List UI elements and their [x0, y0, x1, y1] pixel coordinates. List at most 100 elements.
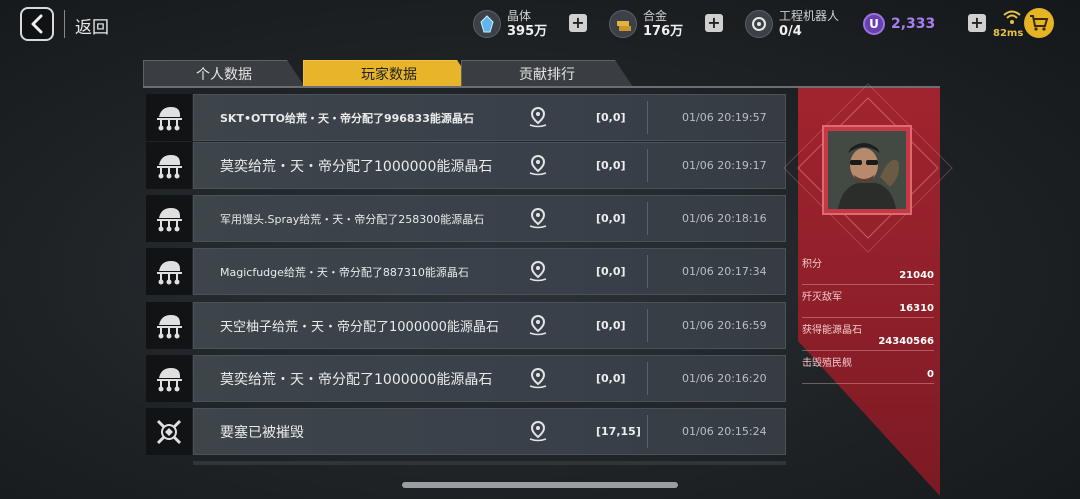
feed-message: 军用馒头.Spray给荒・天・帝分配了258300能源晶石 — [220, 212, 485, 226]
home-indicator[interactable] — [402, 482, 678, 488]
alloy-resource: 合金 176万 — [609, 6, 683, 42]
tab-underline — [143, 86, 940, 88]
top-bar: 返回 晶体 395万 + 合金 176万 + 工程机器人 0/4 U 2,333… — [0, 0, 1080, 48]
feed-message: 天空柚子给荒・天・帝分配了1000000能源晶石 — [220, 320, 499, 335]
add-crystal-button[interactable]: + — [569, 14, 587, 32]
ping-readout: 82ms — [993, 28, 1024, 39]
feed-coordinate[interactable]: [0,0] — [596, 143, 626, 188]
divider — [647, 415, 648, 448]
u-currency-value: 2,333 — [891, 16, 936, 32]
chevron-left-icon — [31, 14, 43, 34]
divider — [647, 202, 648, 235]
feed-timestamp: 01/06 20:16:59 — [682, 319, 767, 332]
robot-icon — [745, 10, 773, 38]
feed-coordinate[interactable]: [0,0] — [596, 95, 626, 140]
commander-portrait — [822, 125, 912, 215]
crossed-swords-icon — [146, 408, 192, 455]
stat-enemies-destroyed: 歼灭敌军 16310 — [802, 288, 934, 318]
feed-coordinate[interactable]: [0,0] — [596, 196, 626, 241]
alloy-value: 176万 — [643, 24, 684, 39]
feed-row[interactable]: SKT•OTTO给荒・天・帝分配了996833能源晶石 [0,0] 01/06 … — [146, 94, 786, 141]
feed-timestamp: 01/06 20:19:17 — [682, 159, 767, 172]
alliance-icon — [146, 142, 192, 189]
feed-timestamp: 01/06 20:16:20 — [682, 372, 767, 385]
stat-score: 积分 21040 — [802, 255, 934, 285]
alliance-icon — [146, 94, 192, 141]
alloy-icon — [609, 10, 637, 38]
map-pin-icon[interactable] — [527, 314, 549, 336]
crystal-resource: 晶体 395万 — [473, 6, 547, 42]
feed-coordinate[interactable]: [0,0] — [596, 356, 626, 401]
map-pin-icon[interactable] — [527, 260, 549, 282]
stat-label: 歼灭敌军 — [802, 292, 842, 303]
feed-message: 莫奕给荒・天・帝分配了1000000能源晶石 — [220, 371, 493, 388]
feed-coordinate[interactable]: [17,15] — [596, 409, 641, 454]
feed-scroll-edge — [193, 461, 786, 465]
divider — [802, 383, 934, 384]
map-pin-icon[interactable] — [527, 106, 549, 128]
divider — [802, 284, 934, 285]
feed-coordinate[interactable]: [0,0] — [596, 303, 626, 348]
divider — [802, 317, 934, 318]
u-coin-icon: U — [863, 13, 885, 35]
back-label[interactable]: 返回 — [75, 13, 109, 38]
robot-label: 工程机器人 — [779, 9, 840, 23]
stat-label: 积分 — [802, 259, 822, 270]
stat-value: 21040 — [899, 270, 934, 281]
feed-row[interactable]: 莫奕给荒・天・帝分配了1000000能源晶石 [0,0] 01/06 20:16… — [146, 355, 786, 402]
map-pin-icon[interactable] — [527, 154, 549, 176]
alliance-icon — [146, 355, 192, 402]
divider — [647, 255, 648, 288]
divider — [647, 149, 648, 182]
feed-row[interactable]: 莫奕给荒・天・帝分配了1000000能源晶石 [0,0] 01/06 20:19… — [146, 142, 786, 189]
divider — [64, 10, 65, 38]
tab-label: 玩家数据 — [361, 66, 417, 83]
feed-message: 要塞已被摧毁 — [220, 424, 304, 441]
stat-label: 获得能源晶石 — [802, 325, 862, 336]
alliance-icon — [146, 248, 192, 295]
tab-contribution-ranking[interactable]: 贡献排行 — [461, 60, 633, 87]
robot-resource: 工程机器人 0/4 — [745, 6, 839, 42]
tab-personal-data[interactable]: 个人数据 — [143, 60, 305, 87]
alliance-icon — [146, 302, 192, 349]
stat-value: 16310 — [899, 303, 934, 314]
feed-row[interactable]: 天空柚子给荒・天・帝分配了1000000能源晶石 [0,0] 01/06 20:… — [146, 302, 786, 349]
back-button[interactable] — [20, 7, 54, 41]
u-currency[interactable]: U 2,333 — [863, 6, 935, 42]
feed-timestamp: 01/06 20:19:57 — [682, 111, 767, 124]
tab-label: 贡献排行 — [519, 66, 575, 83]
avatar — [828, 131, 906, 209]
feed-timestamp: 01/06 20:17:34 — [682, 265, 767, 278]
shop-cart-button[interactable] — [1024, 8, 1054, 38]
divider — [647, 362, 648, 395]
stat-energy-crystals: 获得能源晶石 24340566 — [802, 321, 934, 351]
divider — [802, 350, 934, 351]
tab-player-data[interactable]: 玩家数据 — [303, 60, 475, 87]
feed-coordinate[interactable]: [0,0] — [596, 249, 626, 294]
divider — [647, 309, 648, 342]
divider — [647, 101, 648, 134]
stat-colony-ships: 击毁殖民舰 0 — [802, 354, 934, 384]
crystal-value: 395万 — [507, 24, 548, 39]
map-pin-icon[interactable] — [527, 420, 549, 442]
add-u-currency-button[interactable]: + — [968, 14, 986, 32]
crystal-icon — [473, 10, 501, 38]
feed-timestamp: 01/06 20:18:16 — [682, 212, 767, 225]
feed-message: 莫奕给荒・天・帝分配了1000000能源晶石 — [220, 158, 493, 175]
stat-label: 击毁殖民舰 — [802, 358, 852, 369]
stat-value: 24340566 — [878, 336, 934, 347]
alliance-icon — [146, 195, 192, 242]
cart-icon — [1030, 15, 1049, 31]
map-pin-icon[interactable] — [527, 207, 549, 229]
map-pin-icon[interactable] — [527, 367, 549, 389]
wifi-icon — [1003, 10, 1021, 24]
feed-timestamp: 01/06 20:15:24 — [682, 425, 767, 438]
feed-row[interactable]: 要塞已被摧毁 [17,15] 01/06 20:15:24 — [146, 408, 786, 455]
feed-row[interactable]: 军用馒头.Spray给荒・天・帝分配了258300能源晶石 [0,0] 01/0… — [146, 195, 786, 242]
feed-row[interactable]: Magicfudge给荒・天・帝分配了887310能源晶石 [0,0] 01/0… — [146, 248, 786, 295]
add-alloy-button[interactable]: + — [705, 14, 723, 32]
stat-value: 0 — [927, 369, 934, 380]
robot-value: 0/4 — [779, 24, 802, 39]
feed-message: Magicfudge给荒・天・帝分配了887310能源晶石 — [220, 265, 469, 279]
crystal-label: 晶体 — [507, 9, 532, 23]
